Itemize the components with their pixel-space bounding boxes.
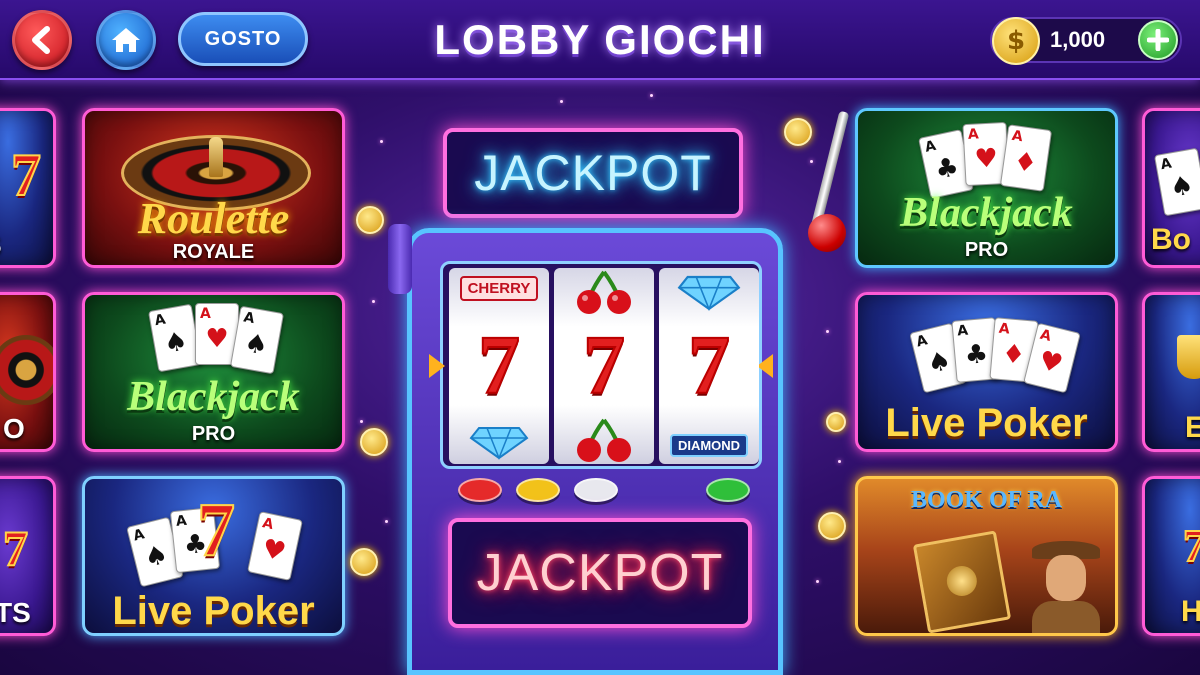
- game-tile-blackjack-pro-left[interactable]: A ♠ A ♥ A ♠ Blackjack PRO: [82, 292, 345, 452]
- reel-seven: 7: [582, 319, 626, 412]
- tile-title: Blackjack: [127, 374, 300, 420]
- diamond-label: DIAMOND: [669, 434, 749, 457]
- game-tile-roulette-royale[interactable]: Roulette ROYALE: [82, 108, 345, 268]
- edge-tile-left-1[interactable]: 7 S: [0, 108, 56, 268]
- tile-title: Live Poker: [112, 589, 315, 633]
- tile-title: Blackjack: [900, 190, 1073, 236]
- arrow-left-icon: [32, 26, 50, 54]
- game-tile-blackjack-pro-right[interactable]: A ♣ A ♥ A ♦ Blackjack PRO: [855, 108, 1118, 268]
- reel-2: 7: [554, 268, 654, 464]
- back-button[interactable]: [12, 10, 72, 70]
- gold-coin-icon: [350, 548, 378, 576]
- gosto-button-label: GOSTO: [204, 27, 282, 50]
- page-title: LOBBY GIOCHI: [434, 16, 766, 63]
- add-coins-button[interactable]: [1138, 20, 1178, 60]
- edge-right-text-3: H: [1181, 595, 1200, 629]
- reel-seven: 7: [687, 319, 731, 412]
- game-tile-live-poker-right[interactable]: A ♠ A ♣ A ♦ A ♥ Live Poker: [855, 292, 1118, 452]
- edge-left-text-3: TS: [0, 597, 31, 628]
- gold-coin-icon: [826, 412, 846, 432]
- jackpot-sign-top: JACKPOT: [443, 128, 743, 218]
- yellow-button[interactable]: [516, 478, 560, 502]
- tile-title: Live Poker: [885, 401, 1088, 445]
- playing-card-icon: A ♠: [229, 305, 285, 375]
- reel-seven: 7: [477, 319, 521, 412]
- jackpot-sign-top-text: JACKPOT: [474, 145, 712, 201]
- edge-tile-right-2[interactable]: E: [1142, 292, 1200, 452]
- coin-balance-value: 1,000: [1050, 27, 1106, 52]
- edge-left-text-1: S: [0, 229, 53, 261]
- slot-machine[interactable]: JACKPOT CHERRY 7 7 7 DIAMOND JACKPOT: [395, 128, 795, 675]
- edge-right-text-2: E: [1185, 411, 1200, 445]
- explorer-icon: [1026, 535, 1106, 633]
- gold-coin-icon: [360, 428, 388, 456]
- game-tile-live-poker-left[interactable]: A ♠ A ♣ 7 A ♥ Live Poker: [82, 476, 345, 636]
- lucky-seven-icon: 7: [196, 487, 236, 573]
- tile-subtitle: ROYALE: [172, 241, 255, 263]
- tile-title: Roulette: [137, 194, 290, 243]
- gold-coin-icon: [818, 512, 846, 540]
- jackpot-sign-bottom-text: JACKPOT: [476, 544, 724, 602]
- diamond-icon: [449, 426, 549, 464]
- red-button[interactable]: [458, 478, 502, 502]
- game-tile-book-of-ra[interactable]: BOOK OF RA: [855, 476, 1118, 636]
- lever-base: [388, 224, 412, 294]
- edge-left-seven: 7: [10, 141, 42, 209]
- home-icon: [112, 28, 140, 52]
- coin-symbol: $: [1006, 26, 1026, 56]
- book-icon: [912, 530, 1012, 633]
- top-bar: GOSTO LOBBY GIOCHI $ 1,000: [0, 0, 1200, 80]
- payline-arrow-left-icon: [429, 354, 445, 378]
- cherry-icon: [554, 418, 654, 468]
- trophy-icon: [1177, 335, 1200, 379]
- jackpot-sign-bottom: JACKPOT: [448, 518, 752, 628]
- edge-tile-right-3[interactable]: 7 H: [1142, 476, 1200, 636]
- coin-balance-display: $ 1,000: [990, 17, 1182, 65]
- edge-tile-right-1[interactable]: A ♠ Bo: [1142, 108, 1200, 268]
- white-button[interactable]: [574, 478, 618, 502]
- playing-card-icon: A ♥: [247, 511, 303, 581]
- tile-title: BOOK OF RA: [910, 487, 1063, 513]
- reel-3: 7 DIAMOND: [659, 268, 759, 464]
- edge-right-text-1: Bo: [1151, 223, 1191, 256]
- edge-left-slot-icon: 7: [2, 519, 29, 577]
- roulette-wheel-icon: [0, 335, 53, 405]
- playing-card-icon: A ♠: [1153, 147, 1200, 217]
- gosto-button[interactable]: GOSTO: [178, 12, 308, 66]
- tile-subtitle: PRO: [964, 239, 1009, 261]
- playing-card-icon: A ♦: [999, 124, 1053, 192]
- cherry-label: CHERRY: [459, 276, 539, 301]
- dollar-coin-icon: $: [992, 17, 1040, 65]
- lever-knob-icon[interactable]: [808, 214, 846, 252]
- edge-right-slot-icon: 7: [1182, 519, 1200, 572]
- plus-icon: [1147, 29, 1169, 51]
- cherry-icon: [554, 270, 654, 320]
- edge-tile-left-2[interactable]: O: [0, 292, 56, 452]
- playing-card-icon: A ♠: [147, 303, 203, 373]
- tile-subtitle: PRO: [191, 423, 236, 445]
- slot-machine-body: CHERRY 7 7 7 DIAMOND JACKPOT: [407, 228, 783, 675]
- roulette-spindle-icon: [209, 137, 223, 177]
- diamond-icon: [659, 274, 759, 316]
- edge-tile-left-3[interactable]: 7 TS: [0, 476, 56, 636]
- home-button[interactable]: [96, 10, 156, 70]
- gold-coin-icon: [356, 206, 384, 234]
- reel-1: CHERRY 7: [449, 268, 549, 464]
- green-button[interactable]: [706, 478, 750, 502]
- edge-left-text-2: O: [3, 413, 25, 444]
- reel-window: CHERRY 7 7 7 DIAMOND: [429, 261, 773, 469]
- gold-coin-icon: [784, 118, 812, 146]
- payline-arrow-right-icon: [757, 354, 773, 378]
